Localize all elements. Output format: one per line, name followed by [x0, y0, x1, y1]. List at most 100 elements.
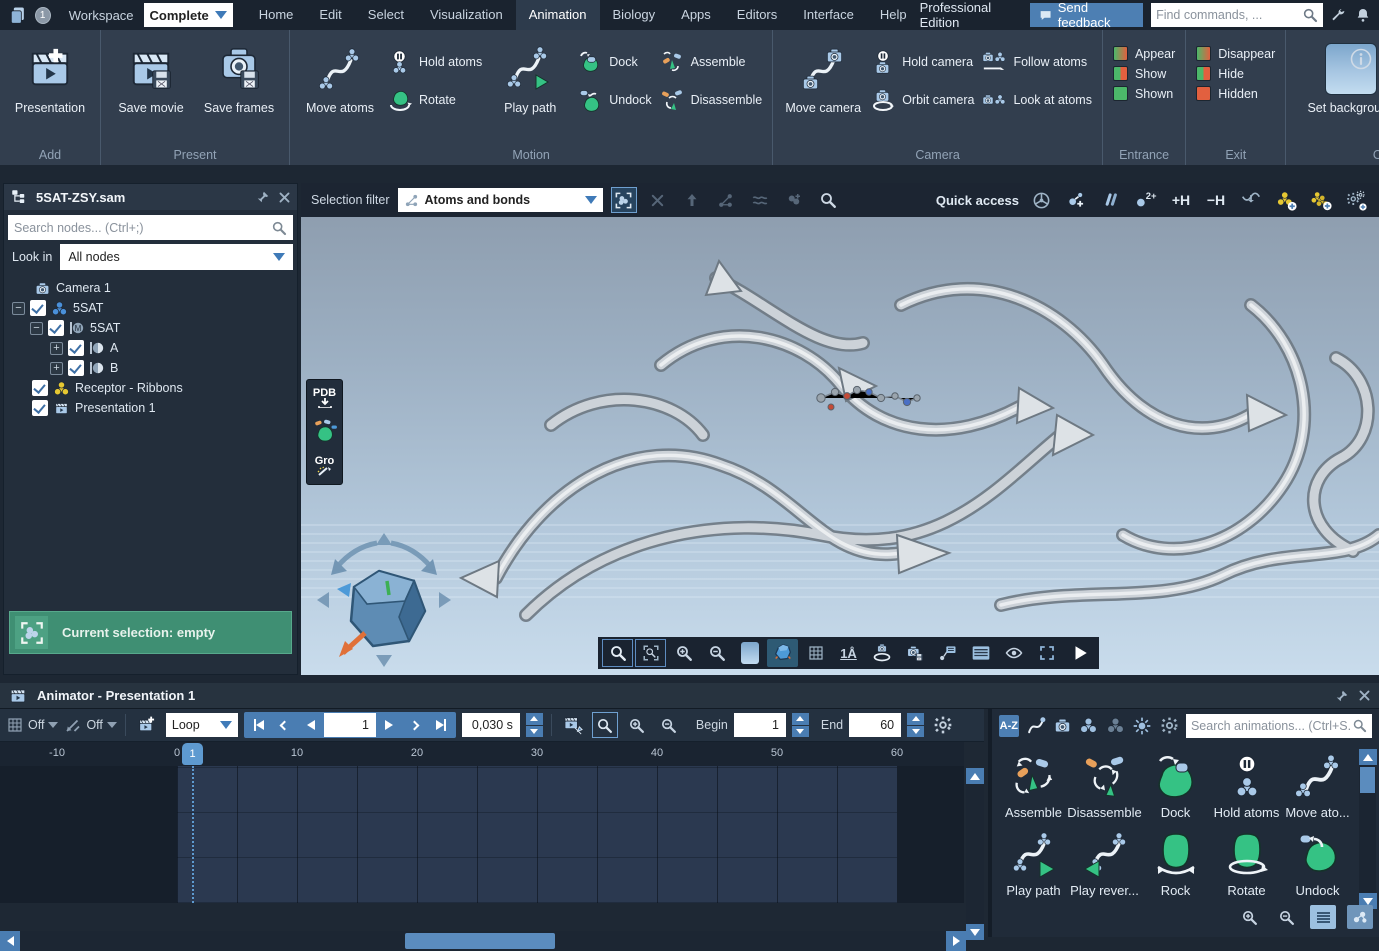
navigation-wheel-button[interactable]	[1028, 187, 1054, 213]
follow-atoms-button[interactable]: Follow atoms	[982, 50, 1092, 74]
node-search-input[interactable]	[14, 220, 271, 235]
select-parent-button[interactable]	[679, 187, 705, 213]
animations-settings-button[interactable]	[1159, 714, 1179, 738]
timeline-ruler[interactable]: -10 0 10 20 30 40 50 60 1	[0, 742, 964, 766]
visibility-button[interactable]	[998, 639, 1029, 667]
visibility-checkbox[interactable]	[68, 360, 84, 376]
skip-end-button[interactable]	[428, 713, 454, 737]
timeline-zoom-out-button[interactable]	[656, 712, 682, 738]
save-frames-button[interactable]: Save frames	[199, 40, 279, 115]
play-button[interactable]	[1064, 639, 1095, 667]
animation-tile-rock[interactable]: Rock	[1140, 827, 1211, 905]
visibility-checkbox[interactable]	[48, 320, 64, 336]
select-similar-button[interactable]	[747, 187, 773, 213]
animation-tile-move-atoms[interactable]: Move ato...	[1282, 749, 1353, 827]
hide-button[interactable]: Hide	[1196, 66, 1275, 81]
close-icon[interactable]	[278, 191, 291, 204]
select-connected-button[interactable]	[713, 187, 739, 213]
add-hydrogens-button[interactable]: +H	[1168, 187, 1194, 213]
menu-select[interactable]: Select	[355, 0, 417, 30]
grid-button[interactable]	[800, 639, 831, 667]
viewport-3d[interactable]: Selection filter Atoms and bonds Quick a…	[301, 183, 1379, 675]
tiles-zoom-in-button[interactable]	[1236, 905, 1262, 929]
hold-camera-button[interactable]: Hold camera	[871, 50, 974, 74]
disassemble-button[interactable]: Disassemble	[660, 88, 762, 112]
menu-interface[interactable]: Interface	[790, 0, 867, 30]
orbit-camera-button[interactable]: Orbit camera	[871, 88, 974, 112]
visibility-checkbox[interactable]	[30, 300, 46, 316]
filter-effects-button[interactable]	[1132, 714, 1152, 738]
look-at-atoms-button[interactable]: Look at atoms	[982, 88, 1092, 112]
move-camera-button[interactable]: Move camera	[783, 40, 863, 115]
begin-input[interactable]: 1	[733, 713, 786, 737]
zoom-region-button[interactable]	[635, 639, 666, 667]
export-movie-button[interactable]	[560, 712, 586, 738]
remove-hydrogens-button[interactable]: −H	[1203, 187, 1229, 213]
orbit-view-button[interactable]	[866, 639, 897, 667]
look-in-select[interactable]: All nodes	[60, 244, 293, 270]
presentation-button[interactable]: Presentation	[10, 40, 90, 115]
deselect-button[interactable]	[645, 187, 671, 213]
visibility-checkbox[interactable]	[32, 380, 48, 396]
visibility-checkbox[interactable]	[68, 340, 84, 356]
background-button[interactable]	[734, 639, 765, 667]
next-keyframe-button[interactable]	[402, 713, 428, 737]
hidden-button[interactable]: Hidden	[1196, 86, 1275, 101]
simulation-settings-button[interactable]	[1343, 187, 1369, 213]
scroll-right-button[interactable]	[946, 931, 966, 951]
assemble-shortcut-button[interactable]	[310, 418, 340, 446]
tree-item-chain-b[interactable]: + B	[4, 358, 297, 378]
animation-tile-play-path[interactable]: Play path	[998, 827, 1069, 905]
tiles-zoom-out-button[interactable]	[1273, 905, 1299, 929]
gromacs-setup-button[interactable]: Gro	[310, 452, 340, 480]
collapse-toggle[interactable]: −	[12, 301, 25, 315]
find-commands-input[interactable]	[1156, 8, 1303, 22]
info-icon[interactable]	[1350, 48, 1372, 70]
animation-tile-hold-atoms[interactable]: Hold atoms	[1211, 749, 1282, 827]
documents-icon[interactable]	[8, 4, 29, 26]
shown-button[interactable]: Shown	[1112, 86, 1175, 101]
zoom-out-button[interactable]	[701, 639, 732, 667]
animation-tile-undock[interactable]: Undock	[1282, 827, 1353, 905]
scroll-down-button[interactable]	[966, 924, 984, 940]
timeline-zoom-fit-button[interactable]	[591, 712, 618, 738]
snap-mode-dropdown[interactable]: Off	[64, 716, 117, 734]
fullscreen-button[interactable]	[1031, 639, 1062, 667]
animation-tile-play-reverse[interactable]: Play rever...	[1069, 827, 1140, 905]
skip-start-button[interactable]	[246, 713, 272, 737]
expand-toggle[interactable]: +	[50, 341, 63, 355]
zoom-in-button[interactable]	[668, 639, 699, 667]
collapse-toggle[interactable]: −	[30, 321, 43, 335]
node-search-box[interactable]	[8, 215, 293, 240]
navigation-gizmo[interactable]	[309, 525, 459, 675]
timeline-vertical-scrollbar[interactable]	[966, 768, 984, 940]
filter-motion-button[interactable]	[1026, 714, 1046, 738]
select-all-button[interactable]	[610, 187, 637, 213]
close-icon[interactable]	[1358, 689, 1371, 702]
wrench-icon[interactable]	[1331, 6, 1347, 24]
filter-atoms-button[interactable]	[1079, 714, 1099, 738]
playhead-marker[interactable]: 1	[182, 743, 203, 765]
menu-help[interactable]: Help	[867, 0, 920, 30]
end-input[interactable]: 60	[849, 713, 902, 737]
scrollbar-thumb[interactable]	[405, 933, 555, 949]
animation-tile-assemble[interactable]: Assemble	[998, 749, 1069, 827]
scroll-up-button[interactable]	[966, 768, 984, 784]
expand-toggle[interactable]: +	[50, 361, 63, 375]
filter-groups-button[interactable]	[1106, 714, 1126, 738]
timeline-zoom-in-button[interactable]	[624, 712, 650, 738]
navigation-cube-button[interactable]	[767, 639, 798, 667]
menu-animation[interactable]: Animation	[515, 0, 600, 30]
dock-button[interactable]: Dock	[578, 50, 651, 74]
scale-1a-button[interactable]: 1Å	[833, 639, 864, 667]
animation-tile-rotate[interactable]: Rotate	[1211, 827, 1282, 905]
graph-view-button[interactable]	[1347, 905, 1373, 929]
grid-mode-dropdown[interactable]: Off	[6, 716, 59, 734]
animations-scrollbar[interactable]	[1358, 749, 1377, 909]
tree-item-chain-a[interactable]: + A	[4, 338, 297, 358]
loop-mode-select[interactable]: Loop	[165, 713, 238, 737]
begin-spinner[interactable]	[791, 713, 809, 737]
list-view-button[interactable]	[1310, 905, 1336, 929]
animations-search-input[interactable]	[1190, 718, 1352, 733]
end-spinner[interactable]	[907, 713, 925, 737]
